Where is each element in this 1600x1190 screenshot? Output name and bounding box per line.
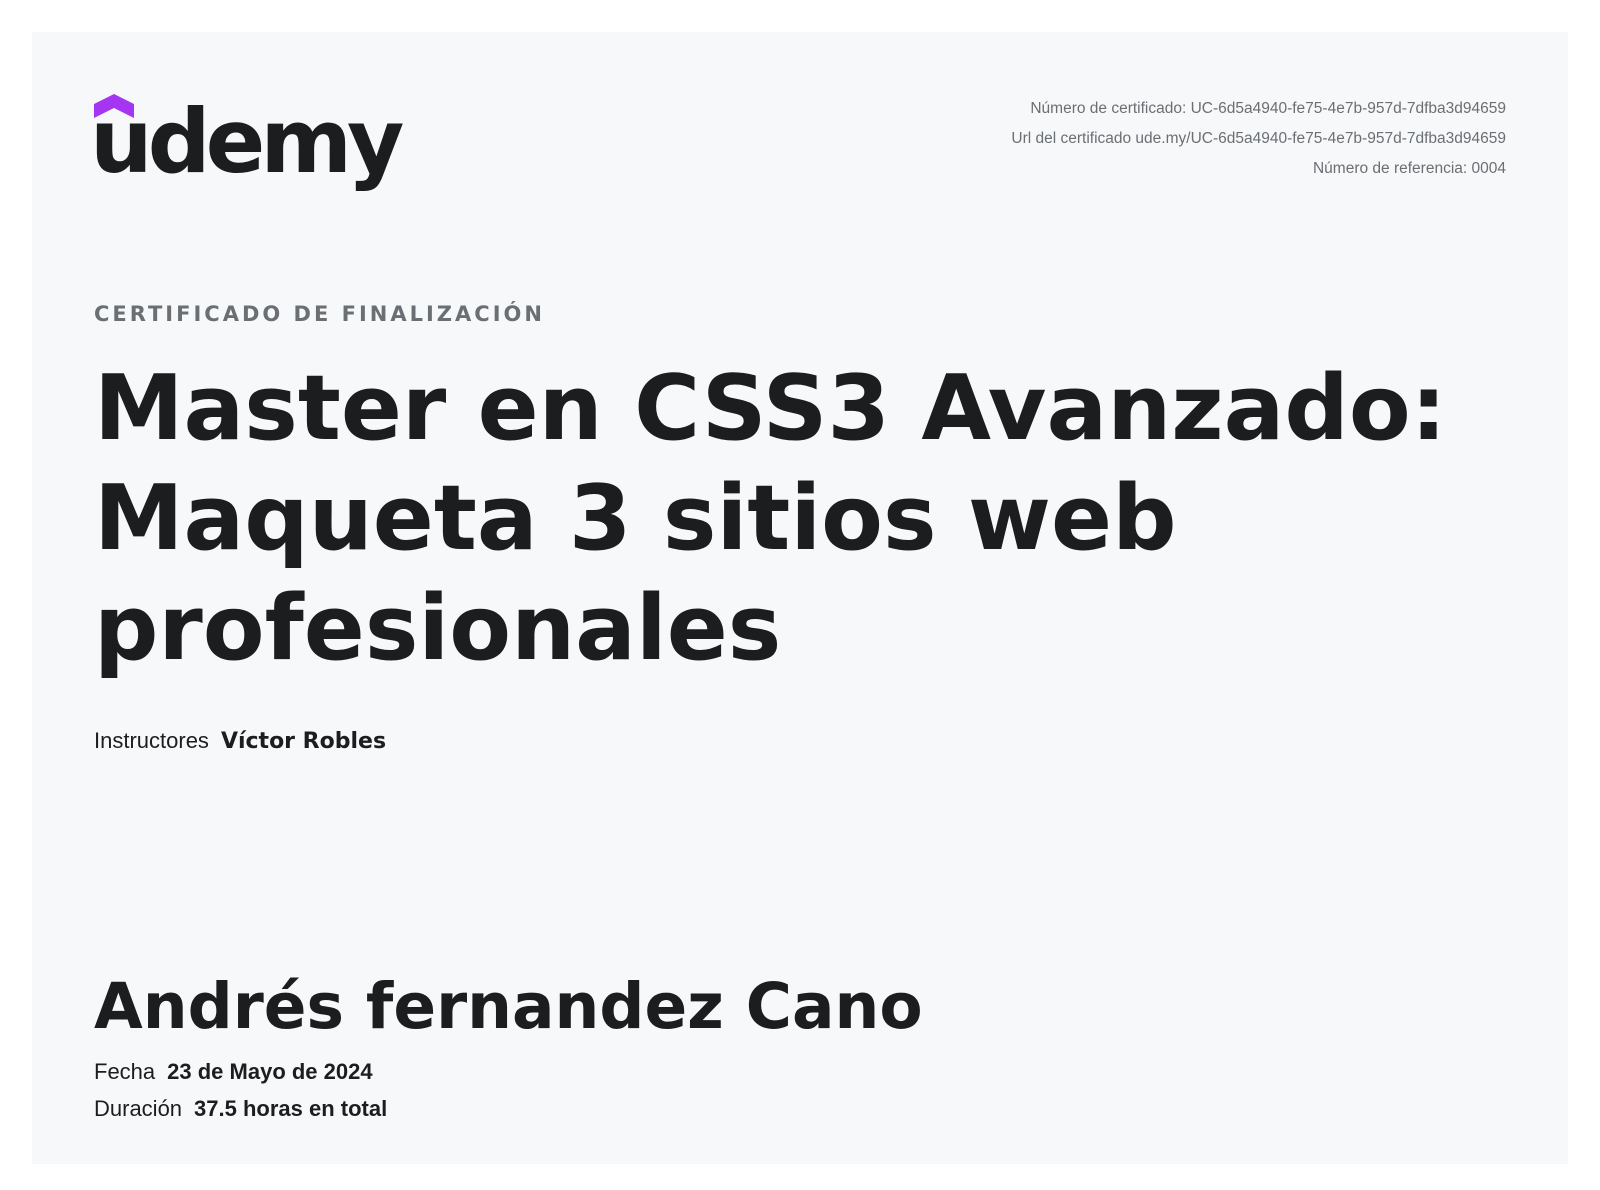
reference-number: Número de referencia: 0004 [1312, 160, 1506, 177]
date-label: Fecha [94, 1059, 156, 1084]
certificate-type-label: CERTIFICADO DE FINALIZACIÓN [94, 302, 545, 326]
instructors-label: Instructores [94, 728, 209, 753]
logo-wordmark: udemy [90, 90, 404, 193]
duration-row: Duración 37.5 horas en total [94, 1094, 387, 1124]
certificate-url[interactable]: Url del certificado ude.my/UC-6d5a4940-f… [1011, 129, 1506, 159]
certificate-sheet: udemy Número de certificado: UC-6d5a4940… [32, 32, 1568, 1164]
date-value: 23 de Mayo de 2024 [167, 1059, 373, 1084]
instructor-name: Víctor Robles [220, 729, 387, 754]
recipient-name: Andrés fernandez Cano [94, 970, 923, 1043]
duration-label: Duración [94, 1096, 183, 1121]
certificate-meta: Número de certificado: UC-6d5a4940-fe75-… [1011, 99, 1506, 189]
certificate-number: Número de certificado: UC-6d5a4940-fe75-… [1030, 100, 1506, 117]
instructors-row: Instructores Víctor Robles [94, 728, 386, 754]
course-title: Master en CSS3 Avanzado: Maqueta 3 sitio… [94, 356, 1447, 681]
date-row: Fecha 23 de Mayo de 2024 [94, 1057, 373, 1087]
duration-value: 37.5 horas en total [194, 1096, 388, 1121]
udemy-logo: udemy [90, 92, 404, 194]
